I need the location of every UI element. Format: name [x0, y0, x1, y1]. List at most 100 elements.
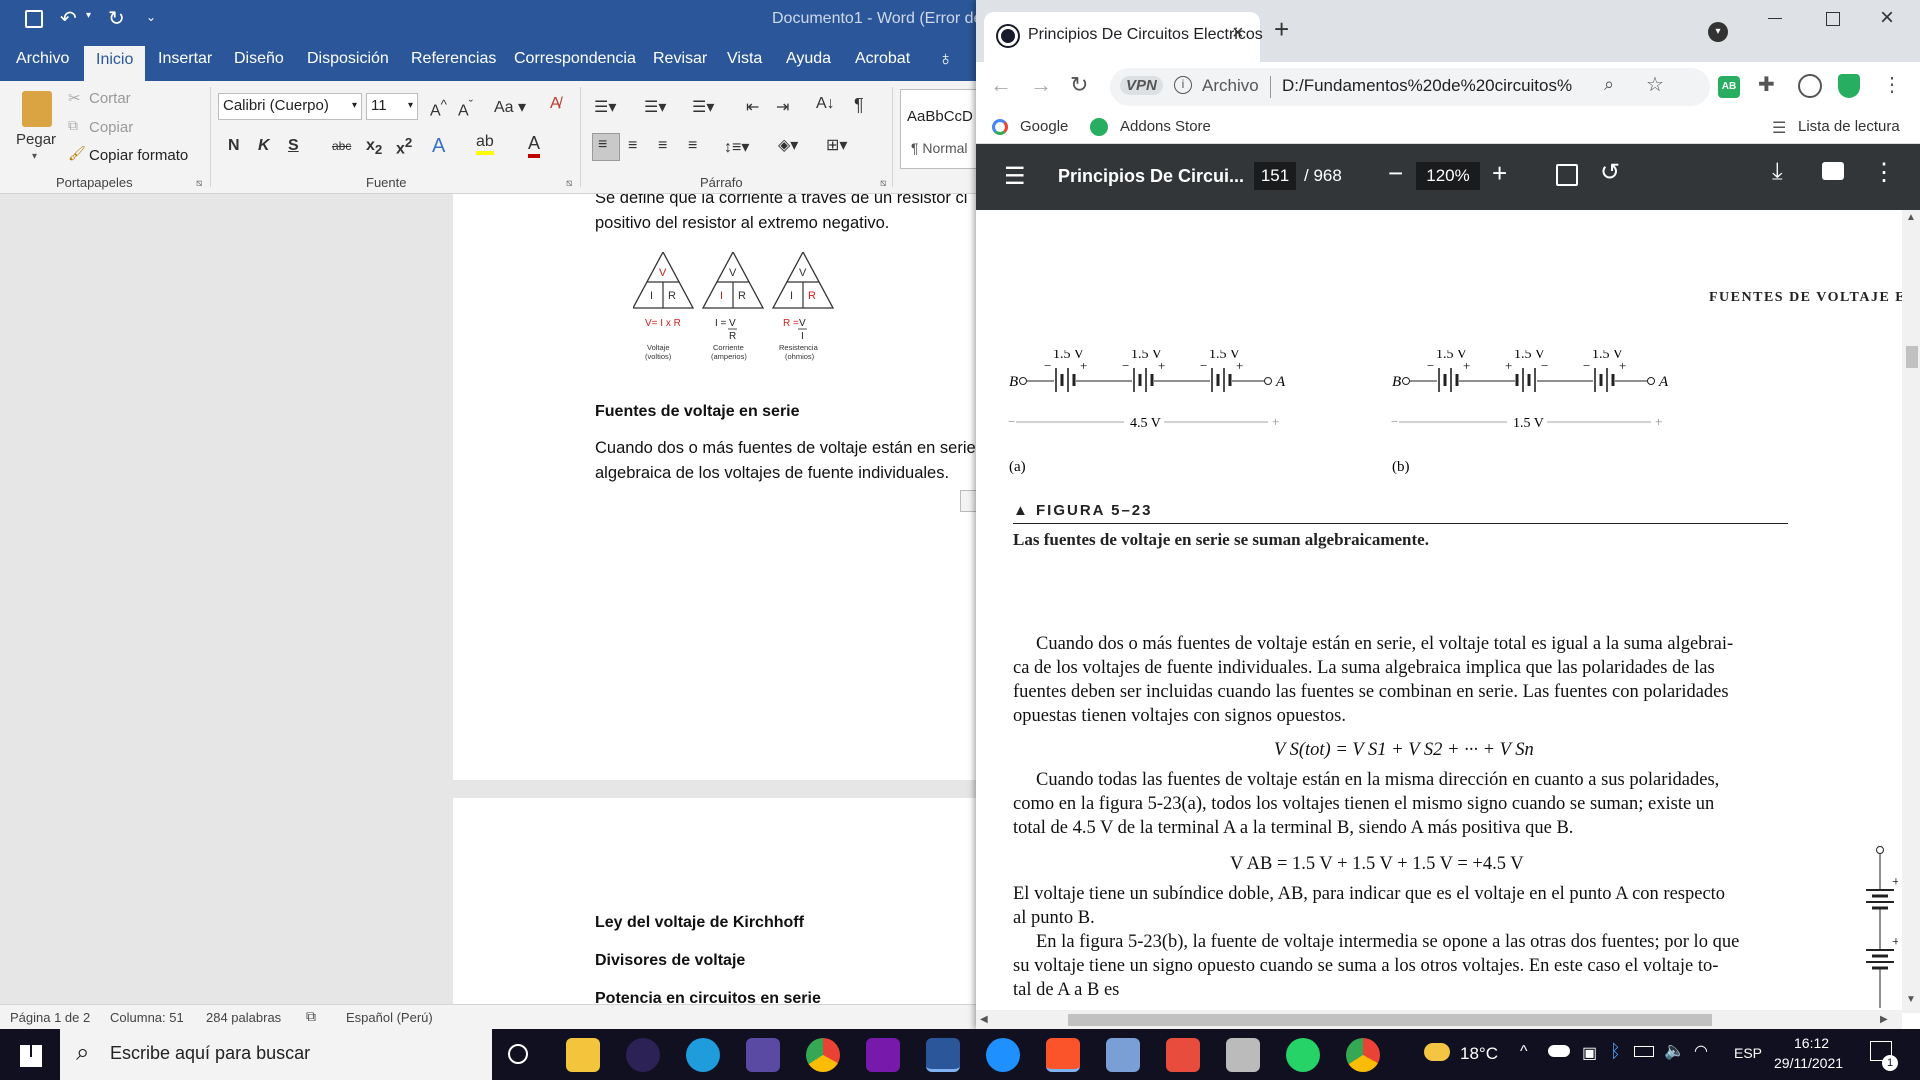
- scroll-left-icon[interactable]: ◀: [980, 1014, 988, 1025]
- document-canvas[interactable]: Se define que la corriente a través de u…: [0, 194, 976, 1004]
- line-spacing-icon[interactable]: ↕≡▾: [724, 137, 749, 157]
- extension-ab-icon[interactable]: AB: [1718, 76, 1740, 98]
- hamburger-icon[interactable]: ☰: [1004, 162, 1026, 191]
- redo-icon[interactable]: ↻: [108, 6, 125, 31]
- bluetooth-icon[interactable]: ᛒ: [1610, 1041, 1621, 1062]
- tab-disposicion[interactable]: Disposición: [307, 50, 389, 68]
- clock-time[interactable]: 16:12: [1794, 1035, 1829, 1051]
- justify-icon[interactable]: ≡: [688, 137, 697, 155]
- font-name-select[interactable]: Calibri (Cuerpo) ▾: [218, 93, 362, 120]
- scroll-up-icon[interactable]: ▲: [1906, 212, 1916, 223]
- underline-button[interactable]: S: [288, 137, 299, 155]
- bookmark-addons-store[interactable]: Addons Store: [1120, 118, 1211, 135]
- undo-icon[interactable]: ↶: [60, 6, 77, 31]
- shrink-font-icon[interactable]: Aˇ: [458, 97, 473, 120]
- bookmark-google[interactable]: Google: [1020, 118, 1068, 135]
- zoom-input[interactable]: 120%: [1416, 162, 1480, 190]
- multilevel-list-icon[interactable]: ☰▾: [692, 97, 714, 117]
- scroll-right-icon[interactable]: ▶: [1880, 1014, 1888, 1025]
- tab-revisar[interactable]: Revisar: [653, 50, 707, 68]
- horizontal-scrollbar[interactable]: ◀ ▶: [976, 1010, 1902, 1029]
- text-effects-icon[interactable]: A: [432, 135, 445, 158]
- bullets-icon[interactable]: ☰▾: [594, 97, 616, 117]
- fit-page-icon[interactable]: [1556, 164, 1578, 186]
- back-icon[interactable]: ←: [990, 72, 1012, 98]
- taskbar-search-box[interactable]: ⌕ Escribe aquí para buscar: [60, 1029, 492, 1080]
- tab-diseno[interactable]: Diseño: [234, 50, 284, 68]
- align-left-button[interactable]: ≡: [592, 133, 620, 161]
- network-icon[interactable]: ▣: [1582, 1043, 1597, 1063]
- app-cube-icon[interactable]: [1166, 1038, 1200, 1072]
- chevron-up-icon[interactable]: ^: [1520, 1043, 1528, 1061]
- increase-indent-icon[interactable]: ⇥: [776, 97, 789, 117]
- proofing-icon[interactable]: ⧉: [306, 1008, 316, 1025]
- eclipse-icon[interactable]: [626, 1038, 660, 1072]
- zoom-icon[interactable]: ⌕: [1604, 74, 1614, 95]
- weather-temp[interactable]: 18°C: [1460, 1044, 1498, 1064]
- superscript-icon[interactable]: x2: [396, 135, 412, 158]
- scroll-down-icon[interactable]: ▼: [1906, 994, 1916, 1005]
- clear-formatting-icon[interactable]: A̸: [550, 95, 561, 113]
- download-icon[interactable]: ⤓: [1772, 158, 1783, 186]
- visual-studio-icon[interactable]: [746, 1038, 780, 1072]
- input-language[interactable]: ESP: [1734, 1045, 1762, 1061]
- tab-ayuda[interactable]: Ayuda: [786, 50, 831, 68]
- style-normal-button[interactable]: AaBbCcD ¶ Normal: [900, 89, 976, 169]
- decrease-indent-icon[interactable]: ⇤: [746, 97, 759, 117]
- reload-icon[interactable]: ↻: [1070, 72, 1088, 98]
- scrollbar-thumb[interactable]: [1068, 1014, 1712, 1026]
- subscript-icon[interactable]: x2: [366, 137, 382, 157]
- format-painter-button[interactable]: Copiar formato: [89, 147, 188, 164]
- edge-icon[interactable]: [686, 1038, 720, 1072]
- print-icon[interactable]: [1822, 162, 1844, 180]
- address-bar[interactable]: VPN i Archivo D:/Fundamentos%20de%20circ…: [1110, 68, 1710, 106]
- tab-search-icon[interactable]: ▾: [1708, 22, 1728, 42]
- chrome-icon[interactable]: [806, 1038, 840, 1072]
- battery-icon[interactable]: [1634, 1046, 1654, 1057]
- paste-options-icon[interactable]: [960, 490, 976, 512]
- italic-button[interactable]: K: [258, 137, 270, 155]
- pilcrow-icon[interactable]: ¶: [854, 95, 864, 116]
- reading-list-button[interactable]: Lista de lectura: [1798, 118, 1900, 135]
- volume-icon[interactable]: 🔈: [1664, 1041, 1685, 1061]
- brave-icon[interactable]: [1046, 1038, 1080, 1072]
- new-tab-icon[interactable]: +: [1274, 14, 1289, 45]
- clock-date[interactable]: 29/11/2021: [1774, 1055, 1843, 1071]
- pdf-viewer[interactable]: Fuentes de voltaje en B 1.5 V − +1.5 V − +1.5…: [976, 210, 1920, 1013]
- menu-kebab-icon[interactable]: ⋮: [1882, 72, 1902, 97]
- undo-dropdown-icon[interactable]: ▾: [86, 10, 91, 21]
- wifi-icon[interactable]: ◠: [1694, 1041, 1708, 1061]
- align-right-icon[interactable]: ≡: [658, 137, 667, 155]
- file-explorer-icon[interactable]: [566, 1038, 600, 1072]
- maximize-icon[interactable]: [1826, 12, 1840, 26]
- save-icon[interactable]: [25, 10, 43, 28]
- align-center-icon[interactable]: ≡: [628, 137, 637, 155]
- highlight-icon[interactable]: ab: [476, 133, 494, 155]
- more-options-icon[interactable]: ⋮: [1872, 158, 1896, 187]
- bold-button[interactable]: N: [228, 137, 240, 155]
- dialog-launcher-icon[interactable]: ⧅: [566, 178, 572, 189]
- word-icon[interactable]: [926, 1038, 960, 1072]
- status-page[interactable]: Página 1 de 2: [10, 1010, 90, 1025]
- profile-avatar[interactable]: [1798, 74, 1822, 98]
- qat-customize-icon[interactable]: ⌄: [146, 10, 156, 24]
- lightbulb-icon[interactable]: ♁: [938, 48, 953, 71]
- shield-icon[interactable]: [1838, 74, 1860, 98]
- tab-archivo[interactable]: Archivo: [16, 50, 69, 68]
- chrome-profile-icon[interactable]: [1346, 1038, 1380, 1072]
- notification-badge[interactable]: 1: [1882, 1055, 1898, 1071]
- page-number-input[interactable]: 151: [1254, 162, 1296, 190]
- font-color-icon[interactable]: A: [528, 133, 541, 158]
- vpn-badge[interactable]: VPN: [1120, 76, 1163, 95]
- windows-start-icon[interactable]: [20, 1045, 42, 1067]
- tab-referencias[interactable]: Referencias: [411, 50, 496, 68]
- tab-correspondencia[interactable]: Correspondencia: [514, 50, 636, 68]
- zoom-in-icon[interactable]: +: [1492, 158, 1507, 189]
- tab-insertar[interactable]: Insertar: [158, 50, 212, 68]
- app-gears-icon[interactable]: [1226, 1038, 1260, 1072]
- change-case-icon[interactable]: Aa ▾: [494, 97, 526, 117]
- minimize-icon[interactable]: [1768, 18, 1782, 19]
- virtualbox-icon[interactable]: [1106, 1038, 1140, 1072]
- copy-button[interactable]: Copiar: [89, 119, 133, 136]
- whatsapp-icon[interactable]: [1286, 1038, 1320, 1072]
